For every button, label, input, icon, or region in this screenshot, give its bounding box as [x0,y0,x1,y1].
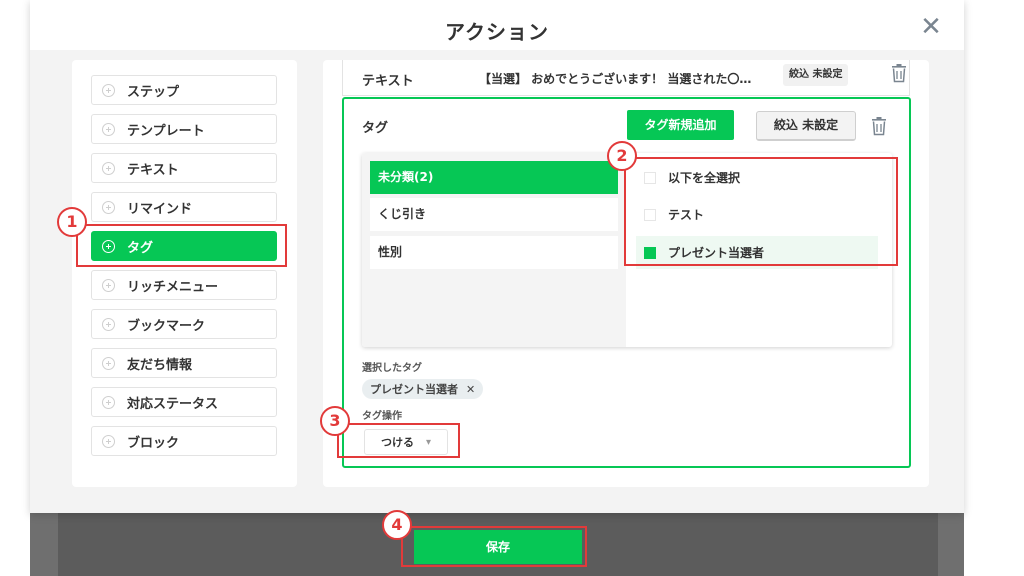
tag-category-gender[interactable]: 性別 [370,236,618,269]
sidebar-item-bookmark[interactable]: ブックマーク [91,309,277,339]
sidebar-item-step[interactable]: ステップ [91,75,277,105]
plus-circle-icon [102,317,115,331]
sidebar-item-friend-info[interactable]: 友だち情報 [91,348,277,378]
sidebar-item-label: テンプレート [127,123,205,139]
modal-body: ステップ テンプレート テキスト リマインド タグ リッチメニュー ブックマーク… [30,50,964,513]
sidebar-item-remind[interactable]: リマインド [91,192,277,222]
sidebar-item-label: リッチメニュー [127,279,219,295]
highlight-box-3 [337,423,460,458]
selected-tags-label: 選択したタグ [362,363,422,374]
remove-icon[interactable]: ✕ [466,383,475,396]
plus-circle-icon [102,434,115,448]
tag-category-uncategorized[interactable]: 未分類(2) [370,161,618,194]
chip-label: プレゼント当選者 [370,383,458,396]
highlight-box-4 [401,526,587,567]
selected-tag-chip: プレゼント当選者 ✕ [362,379,484,399]
sidebar-item-label: リマインド [127,201,193,217]
sidebar-item-template[interactable]: テンプレート [91,114,277,144]
tag-category-lottery[interactable]: くじ引き [370,198,618,231]
close-icon[interactable]: ✕ [918,14,944,40]
tag-action-label: タグ [362,121,389,136]
highlight-box-1 [76,224,287,267]
plus-circle-icon [102,161,115,175]
sidebar-item-label: ブロック [127,435,180,451]
plus-circle-icon [102,200,115,214]
trash-icon[interactable] [890,63,908,83]
add-tag-button[interactable]: タグ新規追加 [627,110,734,140]
step-badge-1: 1 [57,207,87,237]
trash-icon[interactable] [870,116,888,136]
text-action-row: テキスト 【当選】 おめでとうございます！ 当選された〇… 絞込 未設定 [342,60,910,96]
step-badge-4: 4 [382,510,412,540]
sidebar-item-rich-menu[interactable]: リッチメニュー [91,270,277,300]
text-action-label: テキスト [362,74,414,89]
sidebar-item-block[interactable]: ブロック [91,426,277,456]
sidebar-item-label: 友だち情報 [127,357,193,373]
highlight-box-2 [624,157,898,266]
text-action-message[interactable]: 【当選】 おめでとうございます！ 当選された〇… [479,70,751,87]
text-filter-button[interactable]: 絞込 未設定 [783,64,849,86]
plus-circle-icon [102,83,115,97]
sidebar-item-label: 対応ステータス [127,396,219,412]
tag-operation-label: タグ操作 [362,411,402,422]
plus-circle-icon [102,356,115,370]
tag-filter-button[interactable]: 絞込 未設定 [756,111,856,141]
sidebar-item-label: ステップ [127,84,180,100]
step-badge-2: 2 [607,141,637,171]
sidebar-item-label: ブックマーク [127,318,206,334]
plus-circle-icon [102,395,115,409]
plus-circle-icon [102,278,115,292]
step-badge-3: 3 [320,406,350,436]
action-type-sidebar: ステップ テンプレート テキスト リマインド タグ リッチメニュー ブックマーク… [72,60,297,487]
sidebar-item-text[interactable]: テキスト [91,153,277,183]
sidebar-item-status[interactable]: 対応ステータス [91,387,277,417]
modal-title: アクション [445,20,549,44]
plus-circle-icon [102,122,115,136]
sidebar-item-label: テキスト [127,162,179,178]
